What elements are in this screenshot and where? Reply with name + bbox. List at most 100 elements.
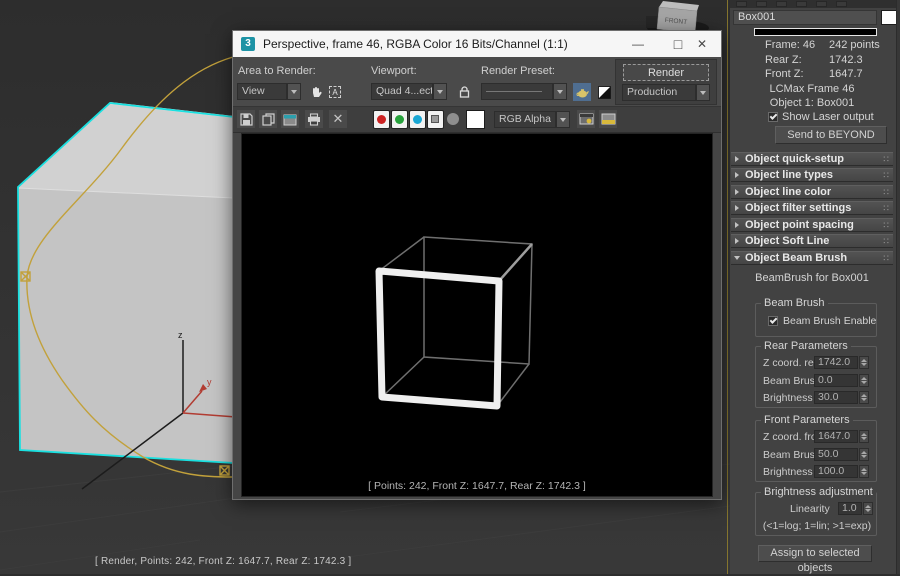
object-name-field[interactable]: Box001 — [733, 10, 877, 25]
render-controls-panel: Render Production — [615, 59, 717, 105]
frame-info: Frame: 46 — [765, 39, 815, 51]
z-coord-rear-spinner[interactable] — [859, 356, 869, 369]
z-coord-front-field[interactable]: 1647.0 — [814, 430, 858, 443]
beam-brush-rear-field[interactable]: 0.0 — [814, 374, 858, 387]
cube-front-face — [379, 271, 499, 406]
blue-channel-icon — [413, 115, 422, 124]
panel-scrollbar[interactable] — [896, 0, 900, 574]
chevron-down-icon — [557, 90, 563, 94]
send-to-beyond-button[interactable]: Send to BEYOND — [775, 126, 887, 144]
rollout-drag-icon: ∷ — [883, 252, 889, 264]
close-button[interactable]: ✕ — [685, 31, 719, 57]
rollout-object-quick-setup[interactable]: Object quick-setup ∷ — [731, 152, 893, 166]
red-channel-button[interactable] — [373, 110, 390, 129]
rollout-object-line-types[interactable]: Object line types ∷ — [731, 168, 893, 182]
viewport-panel-separator — [727, 0, 728, 574]
viewport-dropdown-button[interactable] — [433, 83, 447, 100]
clear-color-swatch[interactable] — [466, 110, 485, 129]
brightness-front-field[interactable]: 100.0 — [814, 465, 858, 478]
rollout-object-beam-brush[interactable]: Object Beam Brush ∷ — [731, 251, 893, 265]
delete-x-icon: ✕ — [333, 111, 344, 127]
save-image-button[interactable] — [237, 110, 255, 128]
z-coord-rear-field[interactable]: 1742.0 — [814, 356, 858, 369]
copy-image-button[interactable] — [259, 110, 277, 128]
green-channel-button[interactable] — [391, 110, 408, 129]
clone-window-icon — [283, 113, 297, 126]
edit-region-button[interactable] — [307, 83, 325, 101]
command-panel: Box001 Frame: 46 242 points Rear Z: 1742… — [730, 0, 900, 574]
rollout-object-soft-line[interactable]: Object Soft Line ∷ — [731, 234, 893, 248]
minimize-button[interactable]: — — [621, 31, 655, 57]
environment-button[interactable] — [595, 83, 613, 101]
print-image-button[interactable] — [305, 110, 323, 128]
beam-brush-rear-spinner[interactable] — [859, 374, 869, 387]
rear-parameters-group: Rear Parameters Z coord. rear 1742.0 Bea… — [755, 346, 877, 408]
axis-z-label: z — [178, 330, 183, 340]
region-a-icon: A — [329, 86, 341, 98]
area-to-render-dropdown-button[interactable] — [287, 83, 301, 100]
clear-image-button[interactable]: ✕ — [329, 110, 347, 128]
beam-brush-front-spinner[interactable] — [859, 448, 869, 461]
brightness-rear-field[interactable]: 30.0 — [814, 391, 858, 404]
area-to-render-select[interactable]: View — [237, 83, 287, 100]
printer-icon — [307, 113, 321, 126]
production-dropdown-button[interactable] — [696, 84, 710, 101]
channel-display-select[interactable]: RGB Alpha — [494, 111, 556, 128]
chevron-right-icon — [735, 172, 739, 178]
rollout-title: Object quick-setup — [745, 153, 844, 165]
viewport-status-line: [ Render, Points: 242, Front Z: 1647.7, … — [95, 556, 351, 567]
brightness-rear-spinner[interactable] — [859, 391, 869, 404]
brightness-front-spinner[interactable] — [859, 465, 869, 478]
hand-icon — [310, 86, 322, 98]
lock-viewport-button[interactable] — [455, 83, 473, 101]
app-icon: 3 — [241, 37, 255, 51]
assign-to-selected-button[interactable]: Assign to selected objects — [758, 545, 872, 562]
render-preset-label: Render Preset: — [481, 65, 555, 77]
blue-channel-button[interactable] — [409, 110, 426, 129]
render-preset-dropdown-button[interactable] — [553, 83, 567, 100]
rollout-object-point-spacing[interactable]: Object point spacing ∷ — [731, 218, 893, 232]
teapot-icon — [576, 87, 589, 98]
chevron-right-icon — [735, 222, 739, 228]
monochrome-button[interactable] — [447, 113, 459, 125]
render-preset-select[interactable] — [481, 83, 553, 100]
chevron-right-icon — [735, 205, 739, 211]
alpha-channel-button[interactable] — [427, 110, 444, 129]
beam-brush-enable-checkbox[interactable] — [768, 316, 778, 326]
rear-z-label: Rear Z: — [765, 54, 802, 66]
clone-window-button[interactable] — [281, 110, 299, 128]
green-channel-icon — [395, 115, 404, 124]
object-color-swatch[interactable] — [881, 10, 897, 25]
z-coord-front-spinner[interactable] — [859, 430, 869, 443]
window-title: Perspective, frame 46, RGBA Color 16 Bit… — [263, 31, 568, 57]
layer-window-button[interactable] — [577, 110, 595, 128]
brightness-adjustment-group: Brightness adjustment Linearity 1.0 (<1=… — [755, 492, 877, 536]
show-laser-checkbox[interactable] — [768, 112, 778, 122]
viewport-select[interactable]: Quad 4...ective — [371, 83, 433, 100]
window-panel-icon — [601, 112, 616, 126]
production-select[interactable]: Production — [622, 84, 696, 101]
rollout-object-filter-settings[interactable]: Object filter settings ∷ — [731, 201, 893, 215]
lcmax-frame-info: LCMax Frame 46 — [730, 83, 894, 95]
rollout-object-line-color[interactable]: Object line color ∷ — [731, 185, 893, 199]
linearity-spinner[interactable] — [863, 502, 873, 515]
render-status-line: [ Points: 242, Front Z: 1647.7, Rear Z: … — [242, 480, 712, 492]
tracker-window-button[interactable] — [599, 110, 617, 128]
render-setup-button[interactable] — [573, 83, 591, 101]
render-canvas: [ Points: 242, Front Z: 1647.7, Rear Z: … — [241, 133, 713, 497]
rollout-title: Object Beam Brush — [745, 252, 847, 264]
render-button[interactable]: Render — [623, 64, 709, 81]
chevron-right-icon — [735, 238, 739, 244]
render-window-titlebar[interactable]: 3 Perspective, frame 46, RGBA Color 16 B… — [233, 31, 721, 57]
chevron-right-icon — [735, 156, 739, 162]
beam-brush-front-field[interactable]: 50.0 — [814, 448, 858, 461]
channel-dropdown-button[interactable] — [556, 111, 570, 128]
linearity-field[interactable]: 1.0 — [838, 502, 862, 515]
beam-brush-group: Beam Brush Beam Brush Enable — [755, 303, 877, 337]
window-yellow-icon — [579, 112, 594, 126]
render-toolbar: Area to Render: View A Viewport: Quad 4.… — [233, 57, 721, 107]
alpha-channel-icon — [431, 115, 439, 123]
auto-region-button[interactable]: A — [326, 83, 344, 101]
area-to-render-label: Area to Render: — [238, 65, 316, 77]
chevron-down-icon — [700, 91, 706, 95]
